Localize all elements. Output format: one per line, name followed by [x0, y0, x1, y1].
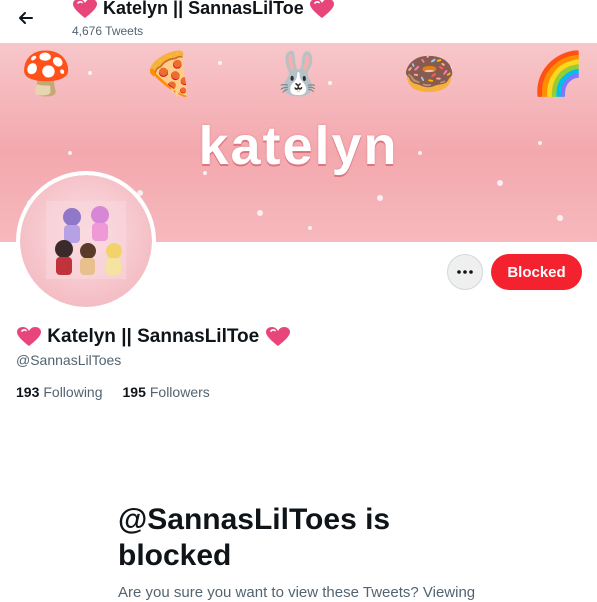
pizza-sticker-icon: 🍕 [143, 49, 196, 98]
bunny-sticker-icon: 🐰 [272, 49, 325, 98]
rainbow-sticker-icon: 🌈 [532, 49, 585, 98]
blocked-title: @SannasLilToes is blocked [118, 503, 391, 572]
display-name: Katelyn || SannasLilToe [16, 326, 291, 348]
header-name: Katelyn || SannasLilToe [103, 0, 304, 18]
mushroom-sticker-icon: 🍄 [20, 49, 73, 98]
avatar-image [20, 175, 152, 307]
avatar[interactable] [16, 171, 156, 311]
blocked-button[interactable]: Blocked [491, 254, 582, 290]
banner-word: katelyn [198, 116, 399, 176]
following-count: 193 [16, 384, 40, 400]
profile-header-bar: Katelyn || SannasLilToe 4,676 Tweets [0, 0, 597, 43]
header-title: Katelyn || SannasLilToe [72, 0, 335, 20]
heart-icon [73, 0, 97, 19]
donut-sticker-icon: 🍩 [403, 49, 456, 98]
followers-count: 195 [122, 384, 146, 400]
blocked-description: Are you sure you want to view these Twee… [118, 584, 476, 601]
followers-label: Followers [149, 384, 210, 400]
heart-icon [309, 0, 334, 19]
user-handle: @SannasLilToes [16, 352, 122, 368]
more-options-button[interactable] [447, 254, 483, 290]
tweet-count: 4,676 Tweets [72, 24, 144, 38]
following-link[interactable]: 193 Following [16, 384, 103, 400]
followers-link[interactable]: 195 Followers [123, 384, 210, 400]
following-label: Following [43, 384, 103, 400]
display-name-text: Katelyn || SannasLilToe [47, 326, 260, 348]
back-arrow-icon[interactable] [12, 4, 40, 32]
follow-stats: 193 Following 195 Followers [16, 384, 210, 400]
heart-icon [265, 327, 290, 346]
heart-icon [17, 327, 41, 346]
more-horizontal-icon [457, 270, 473, 274]
